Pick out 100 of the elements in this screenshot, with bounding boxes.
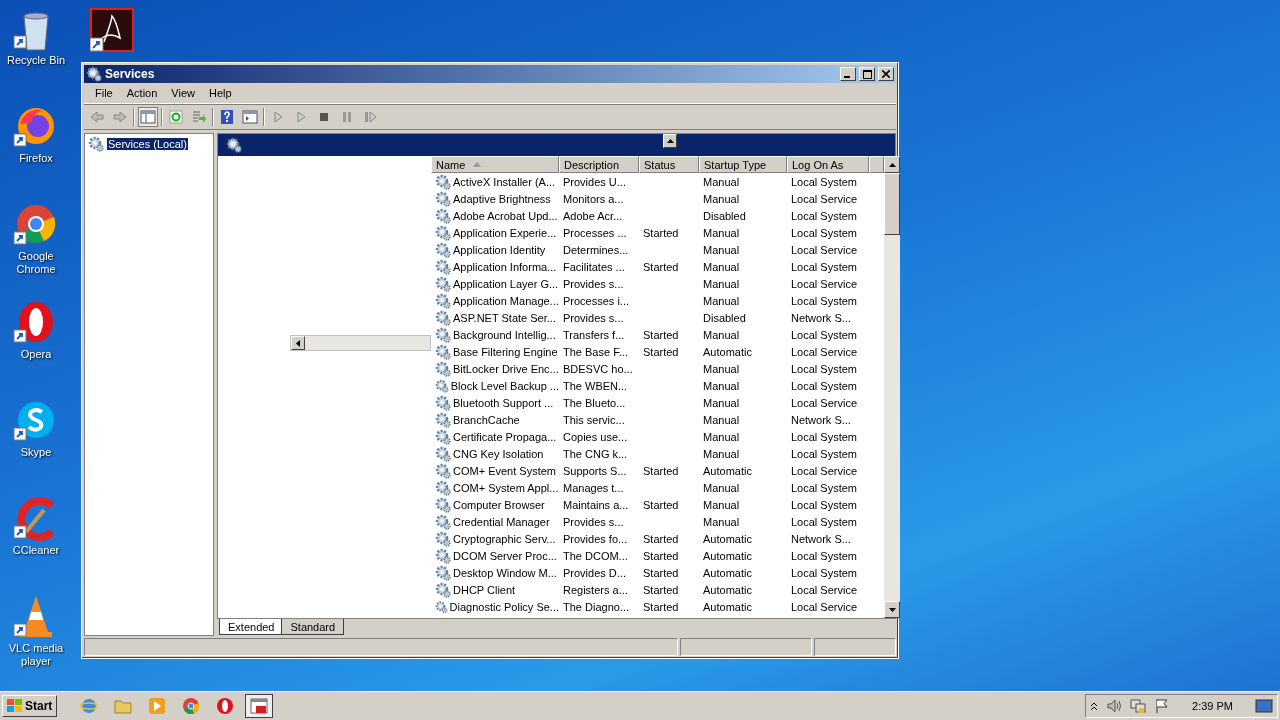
table-cell: Manual (703, 379, 740, 392)
service-gear-icon (435, 377, 449, 394)
table-cell: Automatic (703, 583, 752, 596)
table-cell: Network S... (791, 413, 851, 426)
table-cell: BDESVC ho... (563, 362, 633, 375)
speaker-icon[interactable] (1106, 698, 1123, 714)
minimize-button[interactable] (840, 67, 856, 81)
chevron-up-icon[interactable] (1090, 701, 1099, 711)
console-tree-button[interactable] (138, 107, 158, 127)
start-button[interactable]: Start (2, 695, 58, 717)
table-cell: CNG Key Isolation (453, 447, 544, 460)
maximize-button[interactable] (859, 67, 875, 81)
desktop-icon-label[interactable]: Skype (1, 446, 71, 459)
show-desktop-icon[interactable] (1255, 698, 1273, 714)
service-gear-icon (435, 513, 451, 530)
menu-item[interactable]: Help (201, 87, 239, 99)
table-cell: Automatic (703, 549, 752, 562)
table-cell: Manual (703, 175, 740, 188)
view-tab[interactable]: Extended (219, 619, 284, 635)
table-cell: Application Identity (453, 243, 546, 256)
table-cell: Manual (703, 294, 740, 307)
chrome-icon (182, 697, 201, 715)
column-header[interactable]: Description (559, 156, 639, 173)
table-cell: Manual (703, 447, 740, 460)
table-cell: The Blueto... (563, 396, 626, 409)
view-tab[interactable]: Standard (281, 619, 345, 635)
window-play-icon (242, 109, 258, 125)
column-header[interactable]: Log On As (787, 156, 869, 173)
table-cell: Processes i... (563, 294, 630, 307)
menu-item[interactable]: View (164, 87, 202, 99)
desktop-icon-label[interactable]: Google Chrome (1, 250, 71, 276)
service-gear-icon (435, 530, 451, 547)
refresh-icon (168, 109, 184, 125)
menu-item[interactable]: Action (119, 87, 165, 99)
table-cell: Background Intellig... (453, 328, 556, 341)
table-cell: Determines... (563, 243, 629, 256)
table-cell: Local System (791, 549, 858, 562)
up-triangle-icon (888, 162, 896, 167)
document-reader-shortcut-icon[interactable] (90, 8, 134, 52)
table-cell: Automatic (703, 600, 752, 613)
panel-icon (140, 109, 156, 125)
clock[interactable]: 2:39 PM (1192, 700, 1233, 712)
table-cell: Local Service (791, 396, 858, 409)
taskbar-services-button[interactable] (245, 694, 274, 718)
table-cell: The Diagno... (563, 600, 630, 613)
column-header[interactable]: Startup Type (699, 156, 787, 173)
desktop-icon-label[interactable]: Firefox (1, 152, 71, 165)
table-cell: Manual (703, 498, 740, 511)
table-cell: Manual (703, 277, 740, 290)
table-cell: Certificate Propaga... (453, 430, 557, 443)
scroll-up-button[interactable] (884, 156, 900, 173)
column-header[interactable]: Status (639, 156, 699, 173)
table-cell: Provides fo... (563, 532, 628, 545)
table-cell: Manual (703, 481, 740, 494)
table-cell: ASP.NET State Ser... (453, 311, 556, 324)
table-cell: Local System (791, 430, 858, 443)
desktop-icon-label[interactable]: Recycle Bin (1, 54, 71, 67)
service-gear-icon (435, 343, 451, 360)
service-gear-icon (435, 326, 451, 343)
window-title: Services (105, 67, 156, 81)
scroll-up-button[interactable] (663, 134, 677, 148)
table-cell: Manual (703, 430, 740, 443)
service-gear-icon (435, 207, 451, 224)
table-cell: Disabled (703, 311, 746, 324)
table-cell: Application Layer G... (453, 277, 559, 290)
resume-icon (362, 109, 378, 125)
network-icon[interactable] (1130, 698, 1147, 714)
menu-item[interactable]: File (88, 87, 120, 99)
table-cell: Started (643, 464, 679, 477)
table-cell: Manual (703, 362, 740, 375)
table-cell: Manual (703, 243, 740, 256)
desktop-icon-label[interactable]: VLC media player (1, 642, 71, 668)
table-cell: Base Filtering Engine (453, 345, 558, 358)
table-cell: Manual (703, 515, 740, 528)
table-cell: Manual (703, 226, 740, 239)
table-cell: COM+ System Appl... (453, 481, 559, 494)
scrollbar-thumb[interactable] (884, 173, 900, 235)
table-cell: BitLocker Drive Enc... (453, 362, 559, 375)
flag-icon[interactable] (1154, 698, 1171, 714)
desktop-icon-label[interactable]: CCleaner (1, 544, 71, 557)
desktop-icon-label[interactable]: Opera (1, 348, 71, 361)
scroll-left-button[interactable] (291, 336, 305, 350)
media-play-icon (148, 697, 167, 715)
column-header[interactable]: Name (431, 156, 559, 173)
service-gear-icon (435, 496, 451, 513)
service-gear-icon (435, 292, 451, 309)
table-cell: Local System (791, 379, 858, 392)
table-cell: Manual (703, 328, 740, 341)
tree-item[interactable]: Services (Local) (107, 138, 188, 150)
table-cell: Local Service (791, 464, 858, 477)
service-gear-icon (435, 547, 451, 564)
service-gear-icon (435, 224, 451, 241)
scroll-down-button[interactable] (884, 601, 900, 618)
table-cell: Local System (791, 209, 858, 222)
table-cell: Application Informa... (453, 260, 557, 273)
table-cell: Network S... (791, 311, 851, 324)
properties-button[interactable] (240, 107, 260, 127)
table-cell: Facilitates ... (563, 260, 625, 273)
close-button[interactable] (878, 67, 894, 81)
refresh-button[interactable] (166, 107, 186, 127)
